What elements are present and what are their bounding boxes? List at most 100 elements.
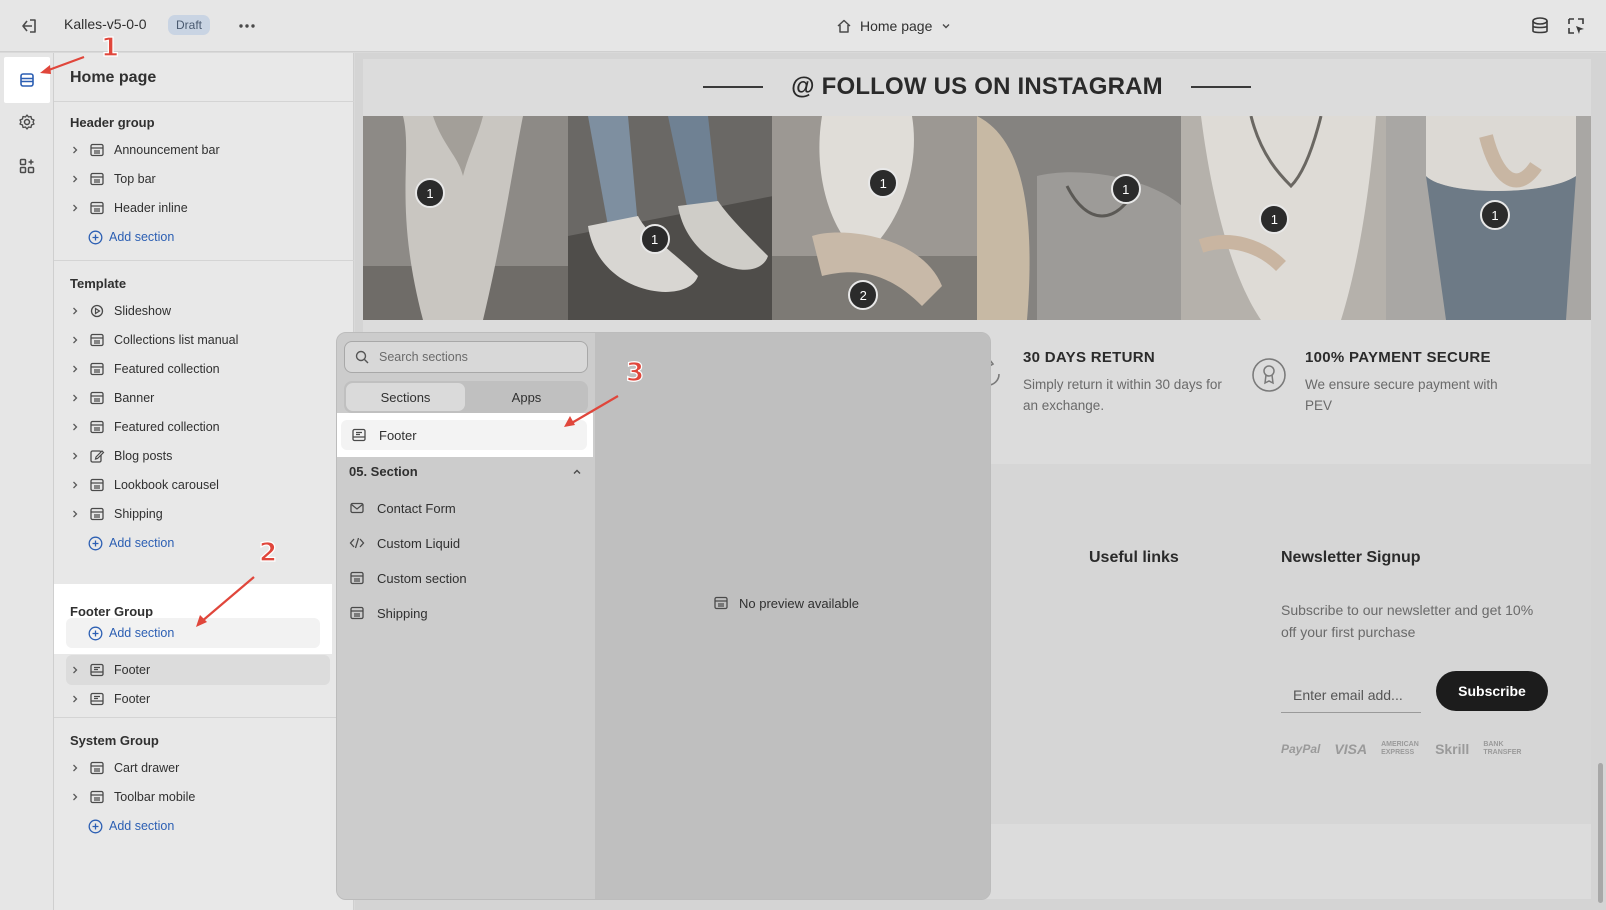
- section-icon: [349, 570, 365, 586]
- section-option-custom-section[interactable]: Custom section: [349, 563, 467, 593]
- hotspot-pin[interactable]: 1: [868, 168, 899, 198]
- add-section-template-button[interactable]: Add section: [88, 528, 174, 558]
- exit-icon[interactable]: [18, 15, 40, 37]
- tab-apps[interactable]: Apps: [467, 383, 586, 411]
- sidebar-item-cart-drawer[interactable]: Cart drawer: [66, 753, 330, 783]
- newsletter-email-input[interactable]: Enter email add...: [1281, 677, 1421, 713]
- editor-topbar: Kalles-v5-0-0 Draft Home page: [0, 0, 1606, 52]
- section-option-label: Shipping: [377, 605, 428, 621]
- sidebar-item-blog-posts[interactable]: Blog posts: [66, 441, 330, 471]
- chevron-right-icon[interactable]: [68, 203, 82, 213]
- hotspot-pin[interactable]: 1: [1110, 174, 1141, 204]
- instagram-gallery: 1 1 1 2 1 1 1: [363, 116, 1591, 320]
- sidebar-item-toolbar-mobile[interactable]: Toolbar mobile: [66, 782, 330, 812]
- section-icon: [88, 506, 106, 522]
- section-icon: [88, 477, 106, 493]
- sidebar-item-label: Footer: [114, 663, 151, 677]
- chevron-right-icon[interactable]: [68, 792, 82, 802]
- add-section-system-button[interactable]: Add section: [88, 811, 174, 841]
- chevron-right-icon[interactable]: [68, 364, 82, 374]
- home-icon: [836, 18, 852, 34]
- chevron-right-icon[interactable]: [68, 509, 82, 519]
- instagram-photo[interactable]: 1: [1385, 116, 1591, 320]
- section-option-label: Custom section: [377, 570, 467, 586]
- tab-sections[interactable]: Sections: [346, 383, 465, 411]
- feature-description: Simply return it within 30 days for an e…: [1023, 377, 1222, 413]
- search-placeholder: Search sections: [379, 350, 468, 364]
- section-option-custom-liquid[interactable]: Custom Liquid: [349, 528, 460, 558]
- hotspot-pin[interactable]: 1: [639, 224, 670, 254]
- sidebar-item-shipping[interactable]: Shipping: [66, 499, 330, 529]
- add-section-header-button[interactable]: Add section: [88, 222, 174, 252]
- sidebar-item-header-inline[interactable]: Header inline: [66, 193, 330, 223]
- picker-tabs: Sections Apps: [344, 381, 588, 413]
- sidebar-item-label: Featured collection: [114, 420, 220, 434]
- plus-circle-icon: [88, 536, 103, 551]
- hotspot-pin[interactable]: 1: [415, 178, 445, 208]
- divider: [54, 101, 354, 102]
- footer-group-label: Footer Group: [70, 604, 154, 619]
- section-option-shipping[interactable]: Shipping: [349, 598, 428, 628]
- instagram-photo[interactable]: 1: [567, 116, 773, 320]
- preview-scrollbar[interactable]: [1598, 763, 1603, 903]
- instagram-photo[interactable]: 1: [976, 116, 1182, 320]
- chevron-right-icon[interactable]: [68, 335, 82, 345]
- more-actions-icon[interactable]: [236, 15, 258, 37]
- chevron-right-icon[interactable]: [68, 174, 82, 184]
- sidebar-item-slideshow[interactable]: Slideshow: [66, 296, 330, 326]
- page-selector[interactable]: Home page: [836, 14, 952, 38]
- sidebar-item-collections-list-manual[interactable]: Collections list manual: [66, 325, 330, 355]
- hotspot-pin[interactable]: 1: [1479, 200, 1510, 230]
- section-icon: [88, 361, 106, 377]
- sidebar-item-lookbook-carousel[interactable]: Lookbook carousel: [66, 470, 330, 500]
- instagram-photo[interactable]: 1: [363, 116, 568, 320]
- database-icon[interactable]: [1530, 16, 1550, 36]
- search-sections-input[interactable]: Search sections: [344, 341, 588, 373]
- chevron-right-icon[interactable]: [68, 694, 82, 704]
- section-option-label: Contact Form: [377, 500, 456, 516]
- chevron-right-icon[interactable]: [68, 451, 82, 461]
- hotspot-pin[interactable]: 2: [848, 280, 879, 310]
- section-option-footer[interactable]: Footer: [341, 420, 587, 450]
- chevron-right-icon[interactable]: [68, 665, 82, 675]
- slideshow-icon: [88, 303, 106, 319]
- inspector-icon[interactable]: [1566, 16, 1586, 36]
- gear-icon: [18, 113, 36, 131]
- instagram-photo[interactable]: 1 2: [772, 116, 977, 320]
- chevron-right-icon[interactable]: [68, 145, 82, 155]
- add-section-label: Add section: [109, 626, 175, 640]
- plus-circle-icon: [88, 819, 103, 834]
- subscribe-button[interactable]: Subscribe: [1436, 671, 1548, 711]
- chevron-right-icon[interactable]: [68, 422, 82, 432]
- category-05-section[interactable]: 05. Section: [349, 464, 583, 479]
- footer-option-highlight: Footer: [337, 413, 593, 457]
- section-icon: [88, 200, 106, 216]
- sections-rail-button[interactable]: [4, 57, 50, 103]
- sidebar-item-banner[interactable]: Banner: [66, 383, 330, 413]
- sidebar-item-footer-2[interactable]: Footer: [66, 684, 330, 714]
- sidebar-item-label: Announcement bar: [114, 143, 220, 157]
- chevron-right-icon[interactable]: [68, 480, 82, 490]
- edit-icon: [88, 448, 106, 464]
- footer-group-highlight: Footer Group Add section: [54, 584, 332, 654]
- section-option-contact-form[interactable]: Contact Form: [349, 493, 456, 523]
- chevron-right-icon[interactable]: [68, 393, 82, 403]
- sidebar-item-featured-collection[interactable]: Featured collection: [66, 354, 330, 384]
- chevron-right-icon[interactable]: [68, 306, 82, 316]
- apps-rail-button[interactable]: [8, 147, 46, 185]
- settings-rail-button[interactable]: [8, 103, 46, 141]
- instagram-photo[interactable]: 1: [1181, 116, 1386, 320]
- footer-section-icon: [88, 662, 106, 678]
- callout-3: 3: [625, 357, 645, 388]
- sidebar-item-footer[interactable]: Footer: [66, 655, 330, 685]
- sidebar-item-top-bar[interactable]: Top bar: [66, 164, 330, 194]
- template-group-label: Template: [70, 276, 127, 291]
- section-icon: [88, 390, 106, 406]
- sidebar-item-label: Footer: [114, 692, 151, 706]
- section-icon: [88, 419, 106, 435]
- sidebar-item-featured-collection-2[interactable]: Featured collection: [66, 412, 330, 442]
- add-section-footer-button[interactable]: Add section: [66, 618, 320, 648]
- sidebar-item-label: Featured collection: [114, 362, 220, 376]
- sidebar-item-announcement-bar[interactable]: Announcement bar: [66, 135, 330, 165]
- chevron-right-icon[interactable]: [68, 763, 82, 773]
